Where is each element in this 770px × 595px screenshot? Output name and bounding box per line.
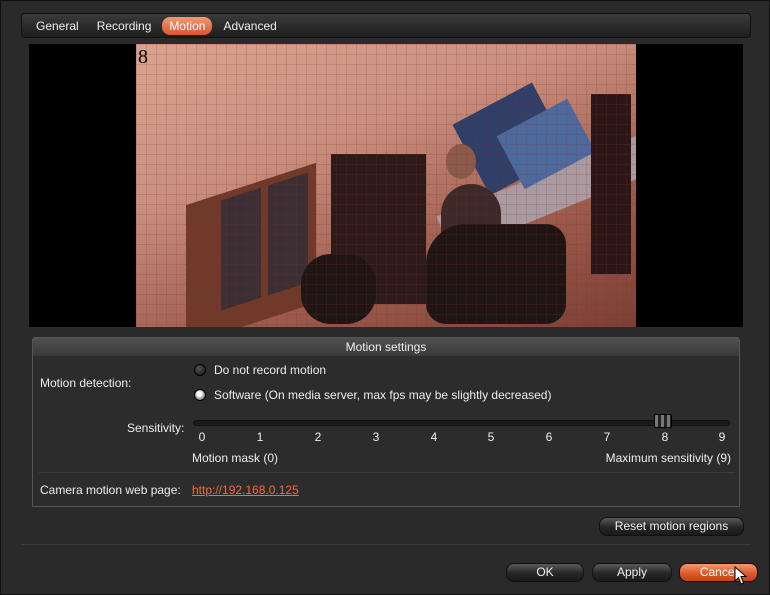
- mouse-cursor-icon: [734, 566, 748, 585]
- tick-label: 7: [603, 430, 611, 444]
- video-preview-area: 8: [29, 44, 743, 327]
- radio-label: Software (On media server, max fps may b…: [214, 388, 552, 402]
- sensitivity-ticks: 0 1 2 3 4 5 6 7 8 9: [198, 430, 726, 446]
- camera-web-page-label: Camera motion web page:: [40, 483, 181, 497]
- tick-label: 0: [198, 430, 206, 444]
- tick-label: 8: [661, 430, 669, 444]
- tick-label: 9: [718, 430, 726, 444]
- footer-divider: [21, 544, 751, 545]
- tick-label: 6: [545, 430, 553, 444]
- radio-button[interactable]: [194, 389, 206, 401]
- sensitivity-min-label: Motion mask (0): [192, 451, 279, 465]
- ok-button[interactable]: OK: [506, 563, 584, 582]
- tab-motion[interactable]: Motion: [162, 16, 213, 35]
- tick-label: 4: [430, 430, 438, 444]
- camera-video-frame[interactable]: 8: [136, 44, 636, 327]
- radio-option-software[interactable]: Software (On media server, max fps may b…: [194, 388, 551, 402]
- tab-bar: General Recording Motion Advanced: [21, 13, 751, 38]
- radio-option-no-record[interactable]: Do not record motion: [194, 363, 326, 377]
- motion-detection-label: Motion detection:: [40, 376, 132, 390]
- reset-motion-regions-button[interactable]: Reset motion regions: [599, 517, 744, 536]
- tick-label: 3: [372, 430, 380, 444]
- apply-button[interactable]: Apply: [592, 563, 672, 582]
- tick-label: 5: [487, 430, 495, 444]
- frame-number-label: 8: [138, 46, 148, 68]
- sensitivity-slider-thumb[interactable]: [654, 414, 672, 428]
- radio-label: Do not record motion: [214, 363, 327, 377]
- tab-general[interactable]: General: [29, 17, 86, 35]
- camera-web-page-link[interactable]: http://192.168.0.125: [192, 483, 299, 497]
- panel-title: Motion settings: [33, 338, 739, 356]
- sensitivity-label: Sensitivity:: [127, 421, 185, 435]
- tick-label: 2: [314, 430, 322, 444]
- tab-recording[interactable]: Recording: [90, 17, 159, 35]
- sensitivity-max-label: Maximum sensitivity (9): [605, 451, 731, 465]
- sensitivity-slider-track[interactable]: [193, 420, 730, 426]
- motion-settings-panel: Motion settings Motion detection: Do not…: [32, 337, 740, 507]
- motion-grid-overlay[interactable]: [136, 44, 636, 327]
- tick-label: 1: [256, 430, 264, 444]
- radio-button[interactable]: [194, 364, 206, 376]
- tab-advanced[interactable]: Advanced: [216, 17, 283, 35]
- panel-divider: [39, 472, 735, 473]
